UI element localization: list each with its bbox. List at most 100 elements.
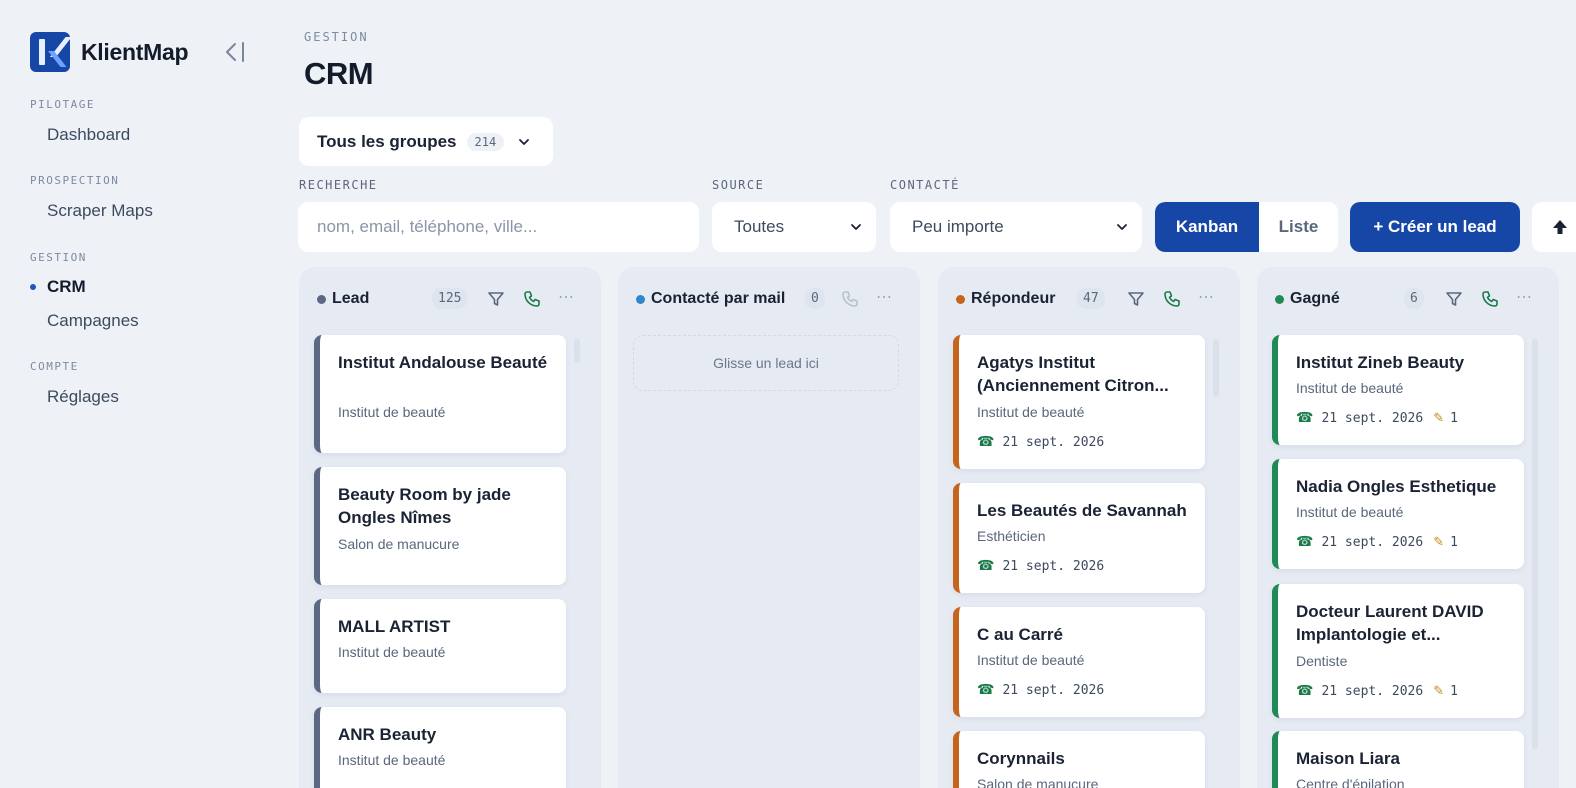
source-label: SOURCE [712, 178, 765, 192]
lead-card[interactable]: ANR Beauty Institut de beauté [314, 707, 566, 788]
filter-icon[interactable] [1126, 289, 1146, 309]
column-status-dot-icon [1275, 295, 1284, 304]
import-button[interactable] [1532, 202, 1576, 252]
column-count-badge: 0 [805, 288, 825, 309]
more-options-icon[interactable]: ⋯ [1198, 287, 1215, 307]
telephone-icon: ☎ [977, 434, 995, 450]
phone-icon[interactable] [522, 289, 542, 309]
lead-meta: ☎ 21 sept. 2026 ✎ 1 [1296, 410, 1458, 426]
page-title: CRM [304, 56, 374, 91]
kanban-column: Répondeur 47 ⋯ Agatys Institut (Anciennemen… [938, 267, 1240, 788]
contacted-label: CONTACTÉ [890, 178, 960, 192]
group-select[interactable]: Tous les groupes 214 [299, 117, 553, 166]
contacted-select[interactable]: Peu importe [890, 202, 1142, 252]
list-view-button[interactable]: Liste [1259, 202, 1338, 252]
phone-icon[interactable] [1480, 289, 1500, 309]
column-status-dot-icon [956, 295, 965, 304]
lead-meta: ☎ 21 sept. 2026 [977, 558, 1104, 574]
contacted-select-value: Peu importe [912, 217, 1004, 236]
column-scrollbar[interactable] [574, 339, 580, 363]
phone-icon[interactable] [1162, 289, 1182, 309]
lead-meta: ☎ 21 sept. 2026 ✎ 1 [1296, 683, 1458, 699]
lead-category: Institut de beauté [338, 752, 446, 768]
lead-card[interactable]: Beauty Room by jade Ongles Nîmes Salon de… [314, 467, 566, 585]
filter-icon[interactable] [486, 289, 506, 309]
chevron-down-icon [1117, 224, 1127, 230]
lead-category: Dentiste [1296, 653, 1348, 669]
group-select-label: Tous les groupes [317, 131, 457, 151]
kanban-view-button[interactable]: Kanban [1155, 202, 1259, 252]
search-input[interactable]: nom, email, téléphone, ville... [298, 202, 699, 252]
call-date: 21 sept. 2026 [1321, 410, 1424, 426]
source-select[interactable]: Toutes [712, 202, 876, 252]
note-icon: ✎ [1433, 534, 1445, 550]
call-date: 21 sept. 2026 [1321, 683, 1424, 699]
note-icon: ✎ [1433, 683, 1445, 699]
lead-category: Institut de beauté [977, 652, 1085, 668]
lead-category: Salon de manucure [977, 776, 1099, 788]
sidebar-item-crm[interactable]: CRM [47, 277, 86, 297]
lead-name: MALL ARTIST [338, 617, 451, 636]
sidebar-item-dashboard[interactable]: Dashboard [47, 125, 130, 145]
call-date: 21 sept. 2026 [1002, 682, 1105, 698]
drop-zone[interactable]: Glisse un lead ici [633, 335, 899, 391]
more-options-icon[interactable]: ⋯ [1516, 287, 1533, 307]
lead-card[interactable]: Docteur Laurent DAVID Implantologie et..… [1272, 584, 1524, 718]
column-scrollbar[interactable] [1532, 339, 1538, 749]
collapse-sidebar-icon[interactable] [224, 40, 246, 64]
lead-category: Esthéticien [977, 528, 1046, 544]
call-date: 21 sept. 2026 [1002, 434, 1105, 450]
telephone-icon: ☎ [977, 682, 995, 698]
lead-category: Salon de manucure [338, 536, 460, 552]
lead-card[interactable]: C au Carré Institut de beauté ☎ 21 sept. 20… [953, 607, 1205, 717]
lead-card[interactable]: Maison Liara Centre d'épilation [1272, 731, 1524, 788]
column-status-dot-icon [636, 295, 645, 304]
column-scrollbar[interactable] [1213, 339, 1219, 397]
lead-card[interactable]: Institut Zineb Beauty Institut de beauté ☎… [1272, 335, 1524, 445]
sidebar: KlientMap PILOTAGE Dashboard PROSPECTION… [0, 0, 270, 788]
lead-card[interactable]: Les Beautés de Savannah Esthéticien ☎ 21 se… [953, 483, 1205, 593]
filter-icon[interactable] [1444, 289, 1464, 309]
lead-card[interactable]: Nadia Ongles Esthetique Institut de beaut… [1272, 459, 1524, 569]
chevron-down-icon [851, 224, 861, 230]
more-options-icon[interactable]: ⋯ [558, 287, 575, 307]
chevron-down-icon [519, 138, 530, 145]
lead-category: Institut de beauté [338, 644, 446, 660]
group-count-badge: 214 [466, 132, 505, 151]
nav-section-pilotage: PILOTAGE [30, 98, 95, 111]
view-toggle: Kanban Liste [1155, 202, 1338, 252]
telephone-icon: ☎ [1296, 683, 1314, 699]
sidebar-item-reglages[interactable]: Réglages [47, 387, 119, 407]
column-count-badge: 47 [1077, 288, 1105, 309]
lead-name: C au Carré [977, 625, 1063, 644]
lead-card[interactable]: Institut Andalouse Beauté Institut de bea… [314, 335, 566, 453]
lead-name: Agatys Institut (Anciennement Citron... [977, 353, 1169, 395]
create-lead-button[interactable]: + Créer un lead [1350, 202, 1520, 252]
nav-section-prospection: PROSPECTION [30, 174, 120, 187]
lead-card[interactable]: Corynnails Salon de manucure [953, 731, 1205, 788]
lead-name: Beauty Room by jade Ongles Nîmes [338, 485, 511, 527]
call-date: 21 sept. 2026 [1321, 534, 1424, 550]
lead-category: Institut de beauté [1296, 380, 1404, 396]
lead-meta: ☎ 21 sept. 2026 [977, 682, 1104, 698]
arrow-up-icon [1553, 220, 1567, 234]
sidebar-item-scraper-maps[interactable]: Scraper Maps [47, 201, 153, 221]
brand[interactable]: KlientMap [30, 32, 189, 72]
search-label: RECHERCHE [299, 178, 378, 192]
column-header: Lead 125 ⋯ [299, 287, 601, 311]
lead-name: ANR Beauty [338, 725, 437, 744]
lead-card[interactable]: MALL ARTIST Institut de beauté [314, 599, 566, 693]
lead-card[interactable]: Agatys Institut (Anciennement Citron... I… [953, 335, 1205, 469]
note-count: 1 [1450, 683, 1458, 699]
sidebar-item-campagnes[interactable]: Campagnes [47, 311, 139, 331]
kanban-column: Contacté par mail 0 ⋯ Glisse un lead ici [618, 267, 920, 788]
column-title: Gagné [1290, 290, 1340, 307]
more-options-icon[interactable]: ⋯ [876, 287, 893, 307]
column-title: Lead [332, 290, 370, 307]
note-count: 1 [1450, 534, 1458, 550]
lead-name: Maison Liara [1296, 749, 1400, 768]
call-date: 21 sept. 2026 [1002, 558, 1105, 574]
lead-name: Institut Andalouse Beauté [338, 353, 548, 372]
phone-icon[interactable] [840, 289, 860, 309]
nav-section-gestion: GESTION [30, 251, 87, 264]
